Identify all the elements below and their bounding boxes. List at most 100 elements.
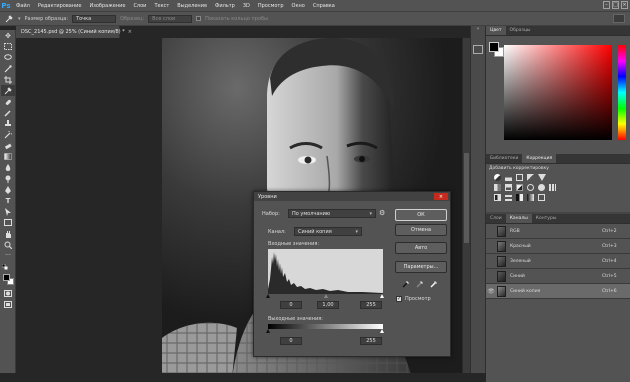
- scrollbar-thumb[interactable]: [464, 153, 469, 243]
- levels-title-bar[interactable]: Уровни: [254, 192, 450, 201]
- menu-select[interactable]: Выделение: [173, 3, 211, 9]
- eyedropper-tool-icon[interactable]: [4, 14, 14, 24]
- tab-adjustments[interactable]: Коррекция: [522, 154, 557, 163]
- color-spectrum-field[interactable]: [504, 45, 612, 140]
- color-swatches-fg-bg[interactable]: [489, 42, 505, 58]
- output-white-field[interactable]: 255: [360, 337, 382, 345]
- preset-select[interactable]: По умолчанию ▾: [288, 209, 376, 218]
- input-white-point-handle[interactable]: [380, 294, 384, 298]
- brush-tool-icon[interactable]: [1, 107, 15, 118]
- white-eyedropper-icon[interactable]: [430, 280, 438, 288]
- menu-layers[interactable]: Слои: [129, 3, 150, 9]
- history-brush-icon[interactable]: [1, 129, 15, 140]
- input-black-field[interactable]: 0: [280, 301, 302, 309]
- tab-channels[interactable]: Каналы: [505, 214, 532, 223]
- tab-color[interactable]: Цвет: [486, 26, 506, 35]
- minimize-button[interactable]: –: [603, 1, 610, 9]
- hue-slider[interactable]: [618, 45, 626, 140]
- history-panel-icon[interactable]: [473, 45, 483, 54]
- curves-icon[interactable]: [516, 174, 523, 181]
- workspace-button[interactable]: [613, 14, 625, 23]
- channel-select[interactable]: Синий копия ▾: [294, 227, 362, 236]
- quick-mask-icon[interactable]: [1, 288, 15, 299]
- tab-swatches[interactable]: Образцы: [506, 26, 535, 35]
- foreground-color-swatch[interactable]: [3, 274, 10, 281]
- gradient-tool-icon[interactable]: [1, 151, 15, 162]
- eyedropper-icon[interactable]: [1, 85, 15, 96]
- threshold-icon[interactable]: [516, 194, 523, 201]
- type-tool-icon[interactable]: T: [1, 195, 15, 206]
- menu-edit[interactable]: Редактирование: [34, 3, 86, 9]
- screen-mode-icon[interactable]: [1, 299, 15, 310]
- ok-button[interactable]: ОК: [395, 209, 447, 221]
- panel-foreground-swatch[interactable]: [489, 42, 499, 52]
- document-tab-close-icon[interactable]: ×: [128, 29, 132, 35]
- output-black-field[interactable]: 0: [280, 337, 302, 345]
- preview-checkbox[interactable]: ✓: [396, 296, 402, 302]
- menu-window[interactable]: Окно: [288, 3, 309, 9]
- shape-tool-icon[interactable]: [1, 217, 15, 228]
- blur-tool-icon[interactable]: [1, 162, 15, 173]
- sample-select[interactable]: Все слои: [148, 14, 193, 23]
- foreground-background-color[interactable]: [1, 272, 15, 288]
- visibility-eye-icon[interactable]: 👁: [486, 288, 496, 295]
- dodge-tool-icon[interactable]: [1, 173, 15, 184]
- crop-tool-icon[interactable]: [1, 74, 15, 85]
- levels-icon[interactable]: [505, 174, 512, 181]
- invert-icon[interactable]: [494, 194, 501, 201]
- pen-tool-icon[interactable]: [1, 184, 15, 195]
- input-gamma-handle[interactable]: [324, 294, 328, 298]
- hue-saturation-icon[interactable]: [494, 184, 501, 191]
- eraser-tool-icon[interactable]: [1, 140, 15, 151]
- reset-colors-icon[interactable]: [1, 261, 15, 272]
- hand-tool-icon[interactable]: [1, 228, 15, 239]
- gradient-map-icon[interactable]: [527, 194, 534, 201]
- color-balance-icon[interactable]: [505, 184, 512, 191]
- sample-size-select[interactable]: Точка: [72, 14, 117, 23]
- tool-preset-dropdown-icon[interactable]: ▾: [18, 16, 21, 22]
- marquee-tool-icon[interactable]: [1, 41, 15, 52]
- collapse-panels-icon[interactable]: «: [471, 26, 485, 35]
- black-eyedropper-icon[interactable]: [402, 280, 410, 288]
- menu-image[interactable]: Изображение: [85, 3, 129, 9]
- zoom-tool-icon[interactable]: [1, 239, 15, 250]
- menu-help[interactable]: Справка: [309, 3, 339, 9]
- channel-row-blue-copy[interactable]: 👁 Синий копия Ctrl+6: [486, 284, 630, 299]
- color-lookup-icon[interactable]: [549, 184, 556, 191]
- channel-row-green[interactable]: Зеленый Ctrl+4: [486, 254, 630, 269]
- document-tab[interactable]: DSC_2145.psd @ 25% (Синий копия/8) * ×: [16, 26, 132, 38]
- healing-brush-icon[interactable]: [1, 96, 15, 107]
- menu-view[interactable]: Просмотр: [254, 3, 288, 9]
- clone-stamp-icon[interactable]: [1, 118, 15, 129]
- move-tool-icon[interactable]: ✥: [1, 30, 15, 41]
- brightness-contrast-icon[interactable]: [494, 174, 501, 181]
- exposure-icon[interactable]: [527, 174, 534, 181]
- options-button[interactable]: Параметры...: [395, 261, 447, 273]
- input-gamma-field[interactable]: 1,00: [317, 301, 339, 309]
- auto-button[interactable]: Авто: [395, 242, 447, 254]
- input-black-point-handle[interactable]: [266, 294, 270, 298]
- maximize-button[interactable]: □: [612, 1, 619, 9]
- selective-color-icon[interactable]: [538, 194, 545, 201]
- menu-text[interactable]: Текст: [150, 3, 173, 9]
- tab-paths[interactable]: Контуры: [532, 214, 561, 223]
- lasso-tool-icon[interactable]: [1, 52, 15, 63]
- path-select-tool-icon[interactable]: [1, 206, 15, 217]
- channel-row-blue[interactable]: Синий Ctrl+5: [486, 269, 630, 284]
- close-window-button[interactable]: ×: [621, 1, 628, 9]
- more-tools-icon[interactable]: ···: [1, 250, 15, 261]
- menu-file[interactable]: Файл: [12, 3, 34, 9]
- output-slider-track[interactable]: [266, 329, 384, 334]
- menu-filter[interactable]: Фильтр: [211, 3, 239, 9]
- tab-libraries[interactable]: Библиотеки: [486, 154, 522, 163]
- black-white-icon[interactable]: [516, 184, 523, 191]
- input-slider-track[interactable]: [266, 294, 384, 299]
- output-white-handle[interactable]: [380, 329, 384, 333]
- quick-select-tool-icon[interactable]: [1, 63, 15, 74]
- input-white-field[interactable]: 255: [360, 301, 382, 309]
- cancel-button[interactable]: Отмена: [395, 224, 447, 236]
- photo-filter-icon[interactable]: [527, 184, 534, 191]
- tab-layers[interactable]: Слои: [486, 214, 506, 223]
- canvas-scrollbar[interactable]: [462, 38, 470, 373]
- channel-row-red[interactable]: Красный Ctrl+3: [486, 239, 630, 254]
